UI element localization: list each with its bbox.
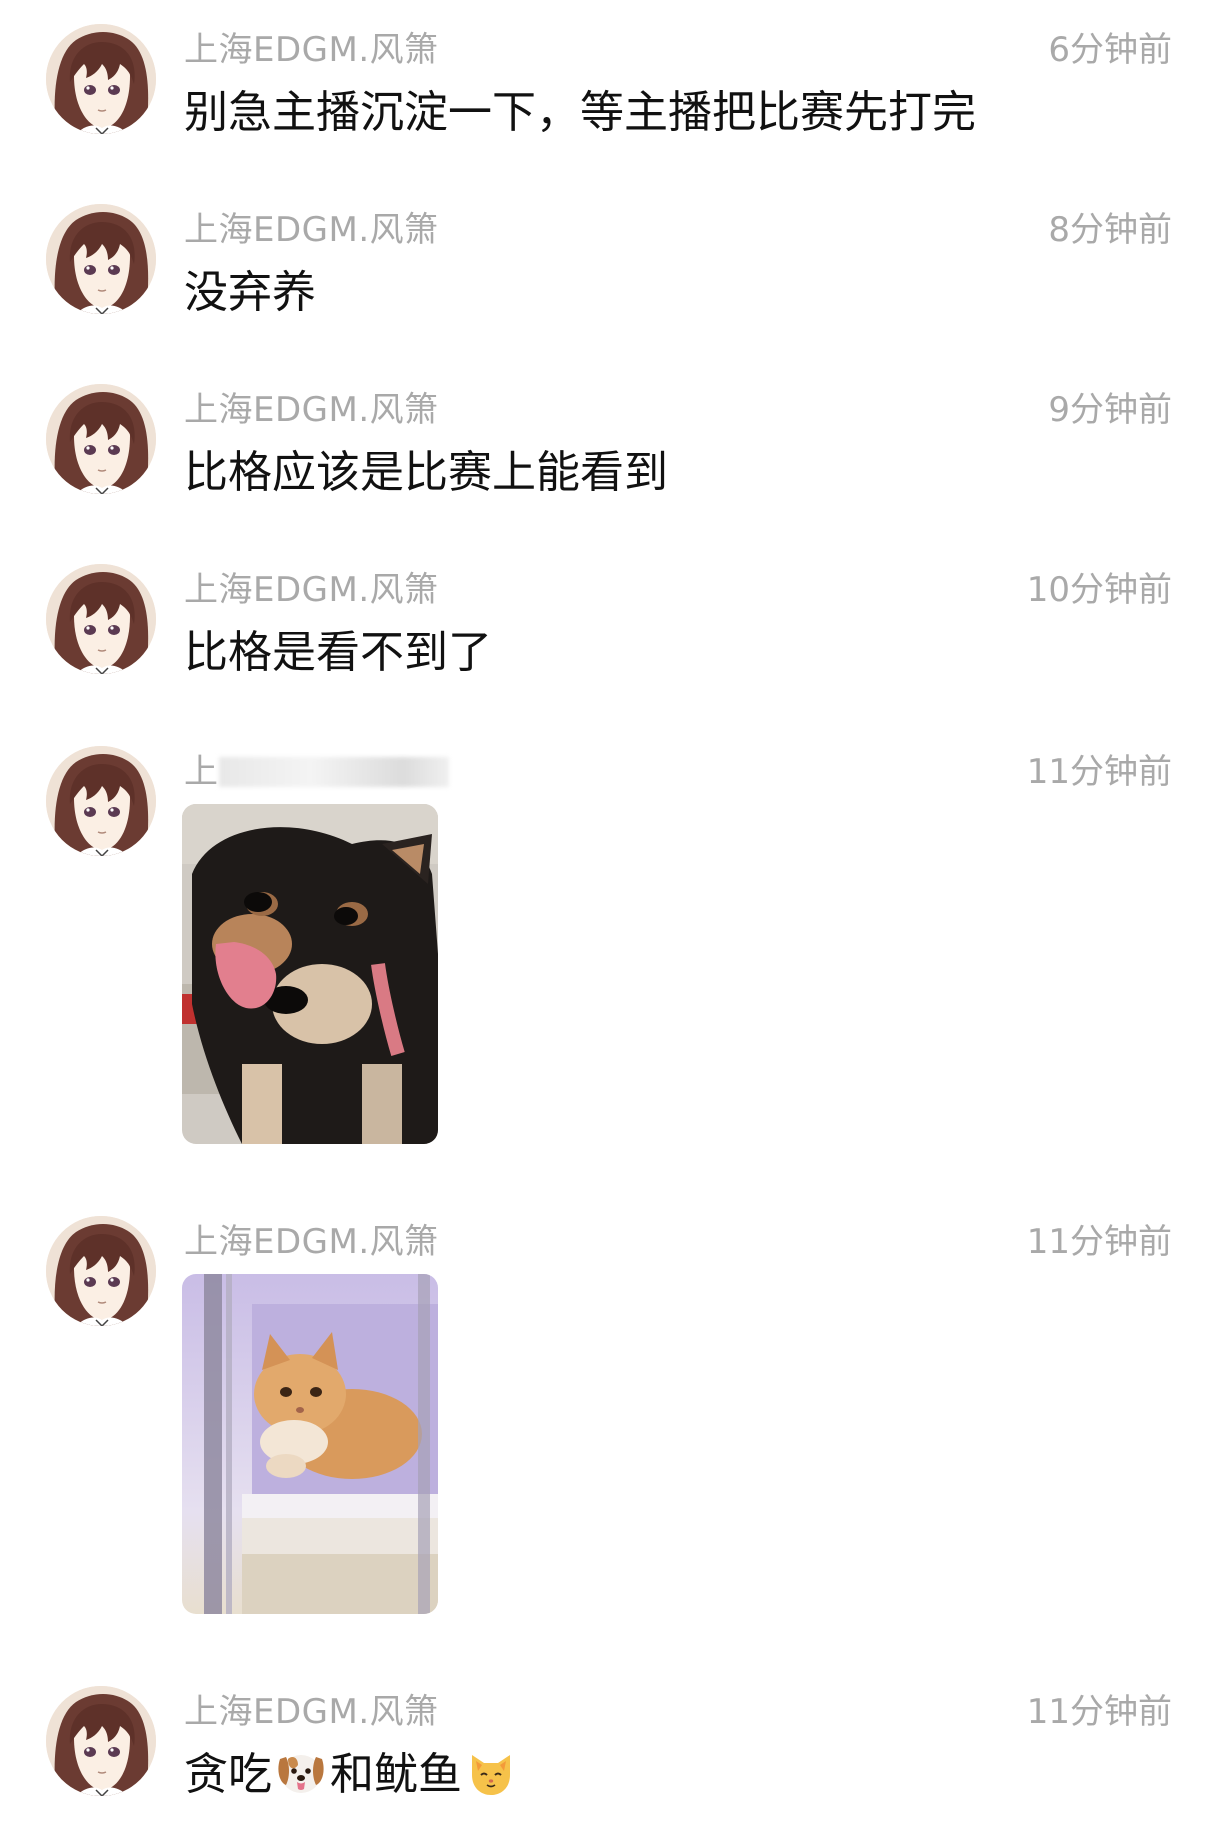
comment-time: 9分钟前: [1048, 390, 1172, 430]
comment-username[interactable]: 上海EDGM.风箫: [184, 22, 439, 71]
dog-face-emoji: [274, 1745, 328, 1799]
comment-time: 11分钟前: [1026, 1222, 1172, 1262]
comment-time: 11分钟前: [1026, 1692, 1172, 1732]
comment-time: 8分钟前: [1048, 210, 1172, 250]
user-avatar[interactable]: [46, 204, 156, 314]
comment-time: 10分钟前: [1026, 570, 1172, 610]
dog-photo[interactable]: [182, 804, 438, 1144]
comment-text: 别急主播沉淀一下，等主播把比赛先打完: [184, 87, 976, 138]
comment-username[interactable]: 上海EDGM.风箫: [184, 202, 439, 251]
comment-time: 6分钟前: [1048, 30, 1172, 70]
comment-username[interactable]: 上海EDGM.风箫: [184, 1214, 439, 1263]
cat-photo[interactable]: [182, 1274, 438, 1614]
user-avatar[interactable]: [46, 24, 156, 134]
comment-text: 贪吃 和鱿鱼: [184, 1738, 520, 1802]
comment-username[interactable]: 上海EDGM.风箫: [184, 1684, 439, 1733]
comment-username[interactable]: 上海EDGM.风箫: [184, 562, 439, 611]
user-avatar[interactable]: [46, 384, 156, 494]
redacted-username: [218, 757, 449, 787]
comment-text: 比格应该是比赛上能看到: [184, 447, 668, 498]
user-avatar[interactable]: [46, 746, 156, 856]
user-avatar[interactable]: [46, 564, 156, 674]
comment-username[interactable]: 上海EDGM.风箫: [184, 382, 439, 431]
comment-username[interactable]: 上: [184, 744, 449, 793]
comment-time: 11分钟前: [1026, 752, 1172, 792]
user-avatar[interactable]: [46, 1216, 156, 1326]
comment-text: 没弃养: [184, 267, 316, 318]
cat-face-emoji: [464, 1745, 518, 1799]
comment-text: 比格是看不到了: [184, 627, 492, 678]
user-avatar[interactable]: [46, 1686, 156, 1796]
